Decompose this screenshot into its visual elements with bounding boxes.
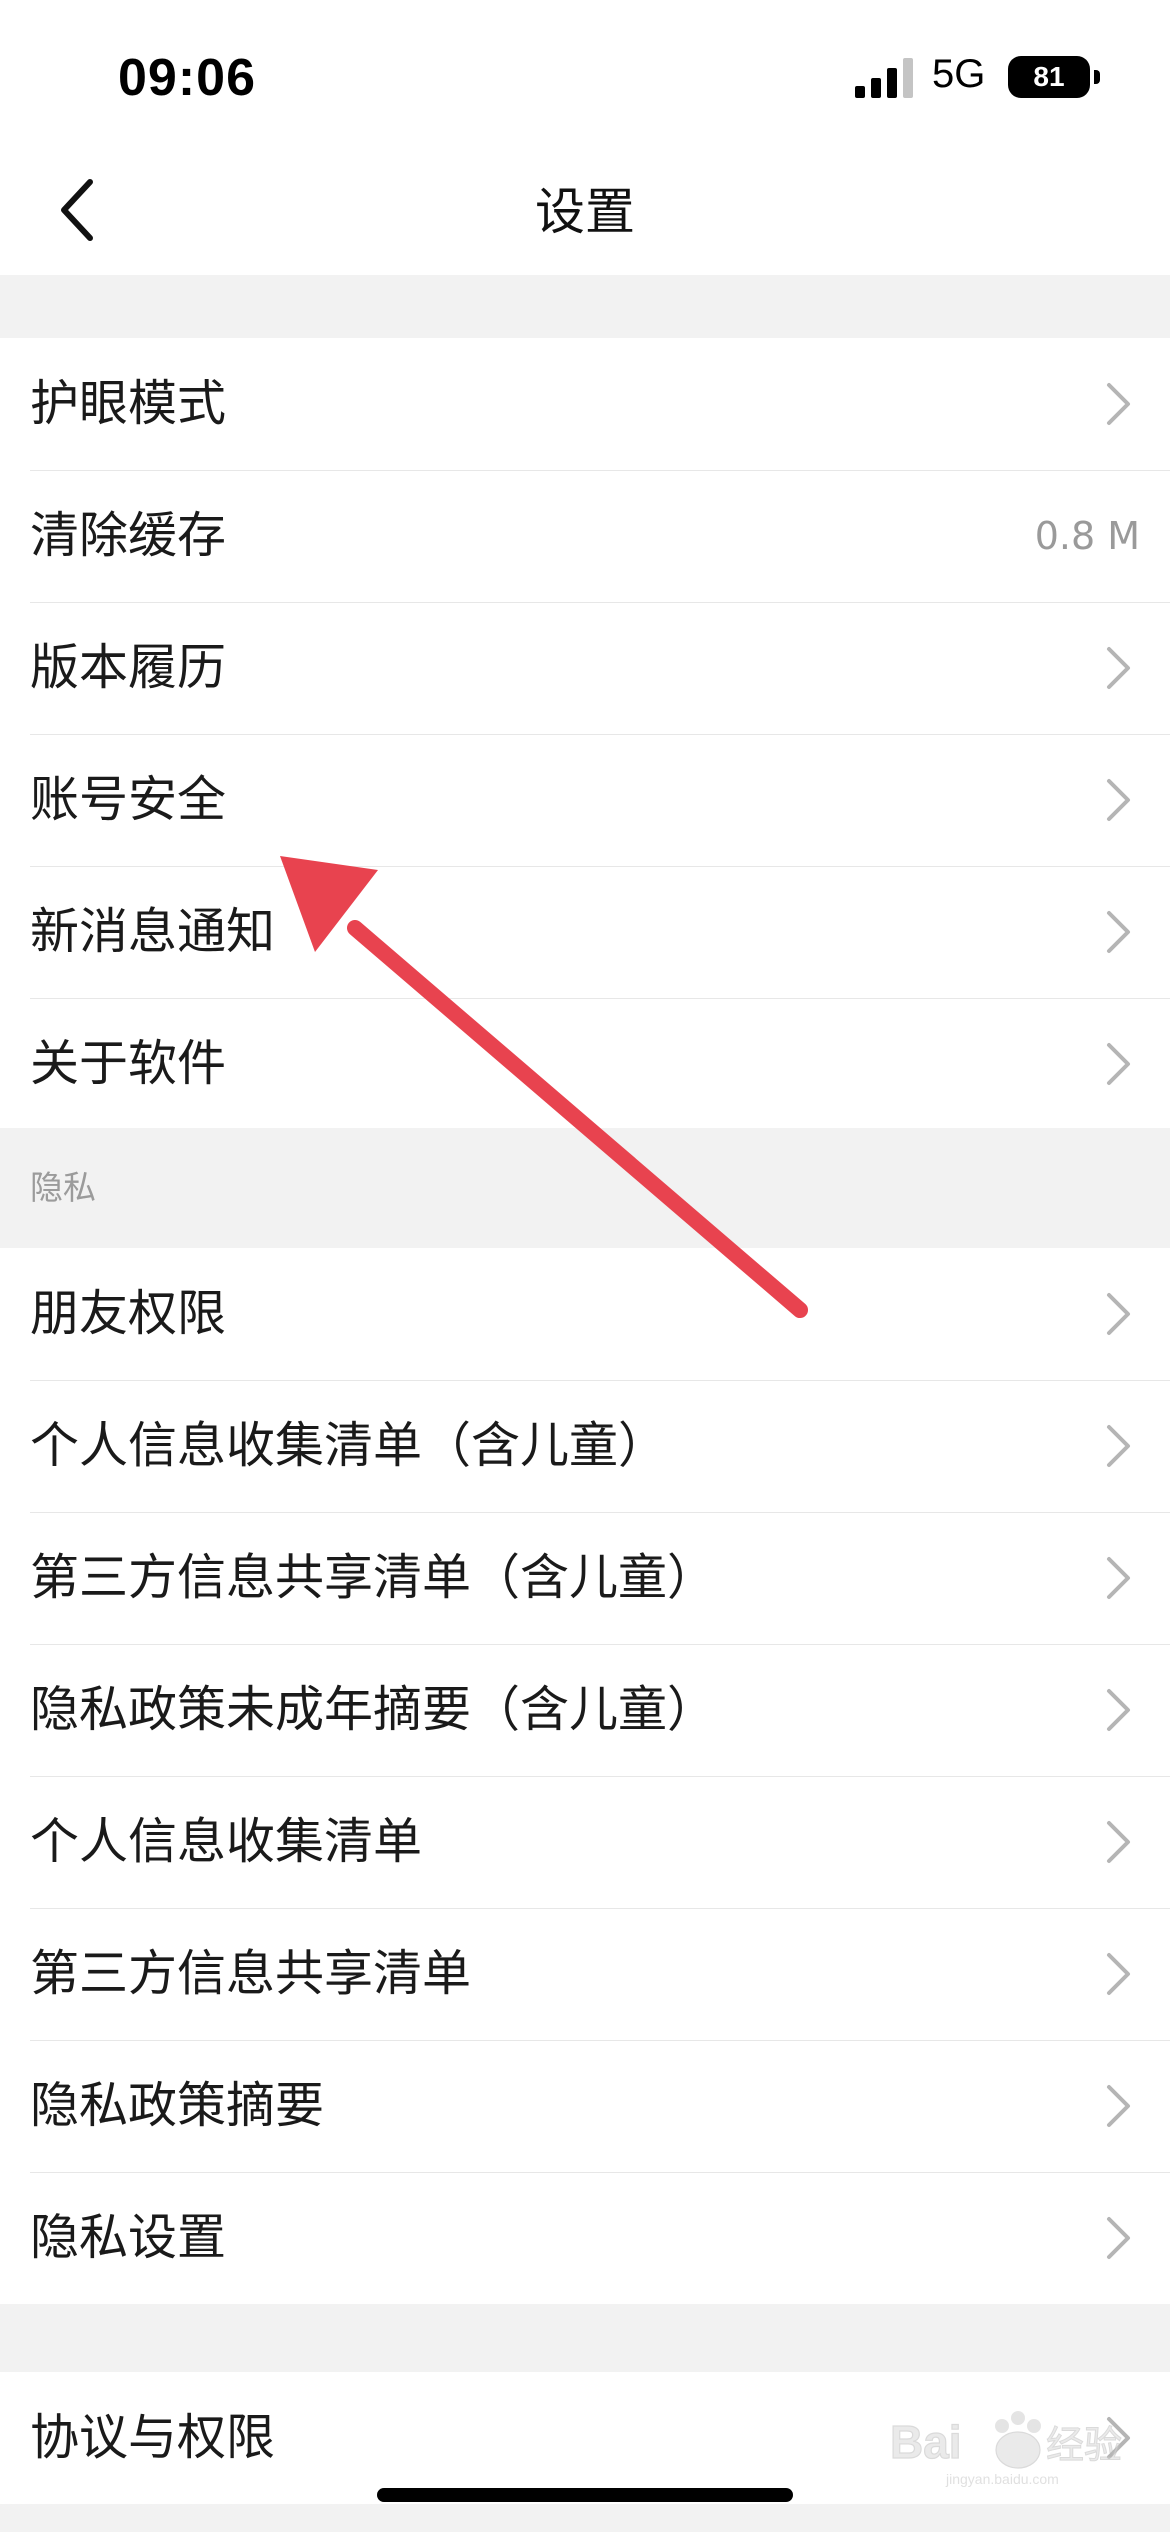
chevron-right-icon <box>1107 383 1130 425</box>
settings-item-label: 护眼模式 <box>30 375 227 432</box>
chevron-right-icon <box>1107 1821 1130 1863</box>
settings-item-friend-permissions[interactable]: 朋友权限 <box>0 1248 1170 1380</box>
settings-item-label: 关于软件 <box>30 1035 227 1092</box>
page-title: 设置 <box>535 183 635 241</box>
settings-item-minor-privacy-summary[interactable]: 隐私政策未成年摘要（含儿童） <box>0 1644 1170 1776</box>
settings-item-label: 第三方信息共享清单 <box>30 1945 472 2002</box>
settings-item-label: 隐私设置 <box>30 2209 227 2266</box>
cellular-signal-icon <box>855 58 913 98</box>
settings-item-label: 个人信息收集清单 <box>30 1813 423 1870</box>
settings-item-label: 个人信息收集清单（含儿童） <box>30 1417 668 1474</box>
chevron-right-icon <box>1107 1293 1130 1335</box>
navigation-bar: 设置 <box>0 150 1170 275</box>
cache-size-value: 0.8 M <box>1034 514 1140 558</box>
chevron-right-icon <box>1107 1043 1130 1085</box>
settings-item-privacy-settings[interactable]: 隐私设置 <box>0 2172 1170 2304</box>
settings-item-personal-info-list[interactable]: 个人信息收集清单 <box>0 1776 1170 1908</box>
battery-icon: 81 <box>1008 56 1090 98</box>
chevron-right-icon <box>1107 1953 1130 1995</box>
settings-item-clear-cache[interactable]: 清除缓存 0.8 M <box>0 470 1170 602</box>
svg-text:经验: 经验 <box>1046 2423 1122 2467</box>
settings-item-label: 协议与权限 <box>30 2409 276 2466</box>
battery-level: 81 <box>1033 61 1065 92</box>
status-time: 09:06 <box>118 49 256 107</box>
battery-tip <box>1094 70 1100 84</box>
section-header-label: 隐私 <box>30 1168 96 1207</box>
chevron-right-icon <box>1107 1557 1130 1599</box>
svg-text:Bai: Bai <box>890 2416 962 2468</box>
privacy-settings-list: 朋友权限 个人信息收集清单（含儿童） 第三方信息共享清单（含儿童） 隐私政策未成… <box>0 1248 1170 2304</box>
settings-item-label: 第三方信息共享清单（含儿童） <box>30 1549 717 1606</box>
baidu-watermark-logo: Bai 经验 jingyan.baidu.com <box>890 2411 1123 2487</box>
settings-item-label: 隐私政策未成年摘要（含儿童） <box>30 1681 717 1738</box>
general-settings-list: 护眼模式 清除缓存 0.8 M 版本履历 账号安全 新消息通知 关于软件 <box>0 338 1170 1130</box>
settings-item-version-history[interactable]: 版本履历 <box>0 602 1170 734</box>
status-bar: 09:06 5G 81 <box>0 0 1170 150</box>
chevron-right-icon <box>1107 2085 1130 2127</box>
settings-item-eye-care[interactable]: 护眼模式 <box>0 338 1170 470</box>
chevron-right-icon <box>1107 779 1130 821</box>
settings-item-privacy-summary[interactable]: 隐私政策摘要 <box>0 2040 1170 2172</box>
chevron-right-icon <box>1107 911 1130 953</box>
settings-item-third-party-sharing-children[interactable]: 第三方信息共享清单（含儿童） <box>0 1512 1170 1644</box>
settings-item-label: 隐私政策摘要 <box>30 2077 325 2134</box>
settings-item-personal-info-list-children[interactable]: 个人信息收集清单（含儿童） <box>0 1380 1170 1512</box>
settings-item-notifications[interactable]: 新消息通知 <box>0 866 1170 998</box>
settings-item-label: 朋友权限 <box>30 1285 227 1342</box>
section-header-privacy: 隐私 <box>0 1128 1170 1248</box>
chevron-right-icon <box>1107 2217 1130 2259</box>
settings-item-account-security[interactable]: 账号安全 <box>0 734 1170 866</box>
svg-text:jingyan.baidu.com: jingyan.baidu.com <box>945 2471 1059 2487</box>
settings-item-label: 新消息通知 <box>30 903 276 960</box>
settings-item-third-party-sharing[interactable]: 第三方信息共享清单 <box>0 1908 1170 2040</box>
home-indicator[interactable] <box>377 2488 793 2502</box>
network-type: 5G <box>932 52 986 96</box>
settings-item-label: 版本履历 <box>30 639 227 696</box>
settings-item-label: 账号安全 <box>30 771 227 828</box>
chevron-right-icon <box>1107 647 1130 689</box>
chevron-right-icon <box>1107 1425 1130 1467</box>
settings-item-about[interactable]: 关于软件 <box>0 998 1170 1130</box>
settings-item-label: 清除缓存 <box>30 507 227 564</box>
chevron-right-icon <box>1107 1689 1130 1731</box>
